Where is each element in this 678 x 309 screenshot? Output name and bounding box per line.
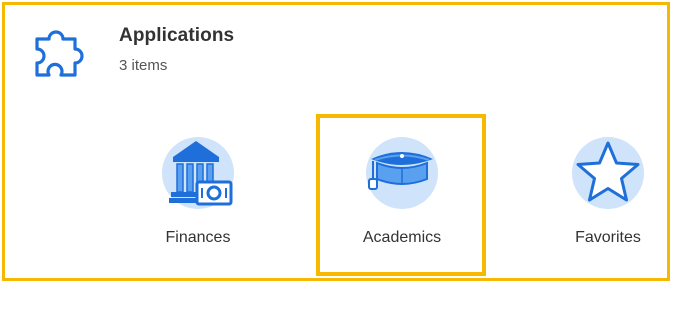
app-label-finances: Finances bbox=[165, 229, 231, 246]
selection-highlight bbox=[316, 114, 486, 276]
star-icon bbox=[572, 137, 644, 209]
bank-money-icon bbox=[162, 137, 234, 209]
applications-header: Applications 3 items bbox=[31, 19, 234, 79]
page-title: Applications bbox=[119, 25, 235, 46]
puzzle-piece-icon bbox=[35, 30, 84, 77]
app-label-favorites: Favorites bbox=[575, 229, 641, 246]
app-finances[interactable]: Finances bbox=[123, 127, 273, 247]
item-count: 3 items bbox=[119, 57, 168, 74]
app-favorites[interactable]: Favorites bbox=[533, 127, 678, 247]
